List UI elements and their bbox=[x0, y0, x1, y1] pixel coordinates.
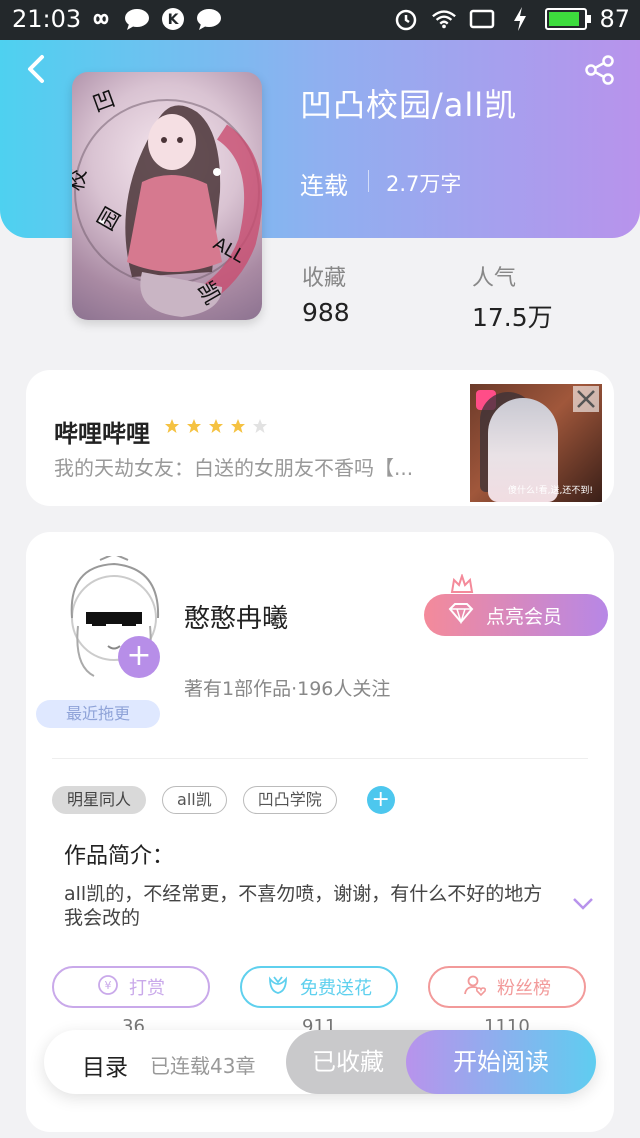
diamond-icon bbox=[448, 602, 474, 629]
favorites-count: 988 bbox=[302, 298, 350, 327]
reward-button[interactable]: ¥ 打赏 bbox=[52, 966, 210, 1008]
author-name[interactable]: 憨憨冉曦 bbox=[184, 598, 288, 635]
flower-icon bbox=[266, 973, 290, 1002]
charging-icon bbox=[507, 6, 533, 32]
reward-label: 打赏 bbox=[129, 978, 165, 999]
svg-text:凹: 凹 bbox=[90, 87, 119, 118]
screen-icon bbox=[469, 6, 495, 32]
svg-text:园: 园 bbox=[94, 203, 127, 235]
start-reading-button[interactable]: 开始阅读 bbox=[406, 1030, 596, 1094]
book-cover[interactable]: 凹 校 园 ALL 凯 bbox=[72, 72, 262, 320]
word-count: 2.7万字 bbox=[386, 172, 462, 196]
svg-text:校: 校 bbox=[72, 167, 92, 193]
recent-badge: 最近拖更 bbox=[36, 700, 160, 728]
yen-icon: ¥ bbox=[97, 974, 119, 1001]
svg-text:¥: ¥ bbox=[105, 979, 112, 992]
ad-card[interactable]: 哔哩哔哩 我的天劫女友：白送的女朋友不香吗【... 傻什么!看,送,还不到! bbox=[26, 370, 614, 506]
member-button[interactable]: 点亮会员 bbox=[424, 594, 608, 636]
star-filled-icon bbox=[187, 419, 201, 433]
ad-caption: 傻什么!看,送,还不到! bbox=[508, 486, 593, 496]
star-filled-icon bbox=[231, 419, 245, 433]
crown-icon bbox=[450, 572, 474, 594]
back-icon[interactable] bbox=[20, 52, 54, 86]
add-tag-button[interactable]: + bbox=[366, 786, 395, 814]
tag-list: 明星同人 all凯 凹凸学院 + bbox=[52, 786, 395, 814]
toc-button[interactable]: 目录 bbox=[82, 1048, 128, 1082]
share-icon[interactable] bbox=[584, 54, 616, 86]
ad-title: 哔哩哔哩 bbox=[54, 420, 150, 448]
send-flower-button[interactable]: 免费送花 bbox=[240, 966, 398, 1008]
intro-title: 作品简介： bbox=[64, 844, 175, 869]
bottom-bar: 目录 已连载43章 已收藏 开始阅读 bbox=[44, 1030, 596, 1094]
popularity-count: 17.5万 bbox=[472, 303, 553, 332]
author-avatar[interactable] bbox=[54, 552, 184, 706]
star-filled-icon bbox=[165, 419, 179, 433]
author-meta: 著有1部作品·196人关注 bbox=[184, 678, 391, 700]
alarm-icon bbox=[393, 6, 419, 32]
battery-fill bbox=[549, 12, 580, 26]
tag[interactable]: 明星同人 bbox=[52, 786, 147, 814]
chapter-count: 已连载43章 bbox=[150, 1054, 256, 1078]
chevron-down-icon[interactable] bbox=[572, 896, 594, 912]
battery-percent: 87 bbox=[599, 5, 630, 33]
ad-rating bbox=[164, 418, 268, 434]
popularity-label: 人气 bbox=[472, 266, 517, 291]
divider bbox=[368, 170, 369, 192]
follow-button[interactable]: + bbox=[118, 636, 160, 678]
tag[interactable]: all凯 bbox=[162, 786, 227, 814]
chat-bubble-icon bbox=[124, 6, 150, 32]
divider bbox=[52, 758, 588, 759]
tag[interactable]: 凹凸学院 bbox=[242, 786, 337, 814]
member-button-label: 点亮会员 bbox=[486, 605, 563, 628]
user-heart-icon bbox=[463, 973, 487, 1002]
k-app-icon: K bbox=[160, 6, 186, 32]
book-title: 凹凸校园/all凯 bbox=[300, 86, 518, 124]
chat-bubble-icon bbox=[196, 6, 222, 32]
status-bar: 21:03 K 87 bbox=[0, 0, 640, 40]
system-icons: 87 bbox=[393, 5, 630, 33]
notification-icons: K bbox=[88, 6, 222, 32]
close-icon[interactable] bbox=[570, 384, 602, 414]
star-empty-icon bbox=[253, 419, 267, 433]
svg-text:K: K bbox=[168, 12, 180, 28]
status-time: 21:03 bbox=[12, 5, 82, 33]
send-flower-label: 免费送花 bbox=[300, 978, 372, 999]
infinity-icon bbox=[88, 6, 114, 32]
fan-ranking-button[interactable]: 粉丝榜 bbox=[428, 966, 586, 1008]
star-filled-icon bbox=[209, 419, 223, 433]
fan-ranking-label: 粉丝榜 bbox=[497, 978, 551, 999]
favorites-label: 收藏 bbox=[302, 266, 347, 291]
book-status: 连载 bbox=[300, 172, 348, 200]
battery-icon bbox=[545, 8, 592, 30]
ad-description: 我的天劫女友：白送的女朋友不香吗【... bbox=[54, 456, 414, 480]
intro-text: all凯的，不经常更，不喜勿喷，谢谢，有什么不好的地方我会改的 bbox=[64, 883, 543, 929]
wifi-icon bbox=[431, 6, 457, 32]
